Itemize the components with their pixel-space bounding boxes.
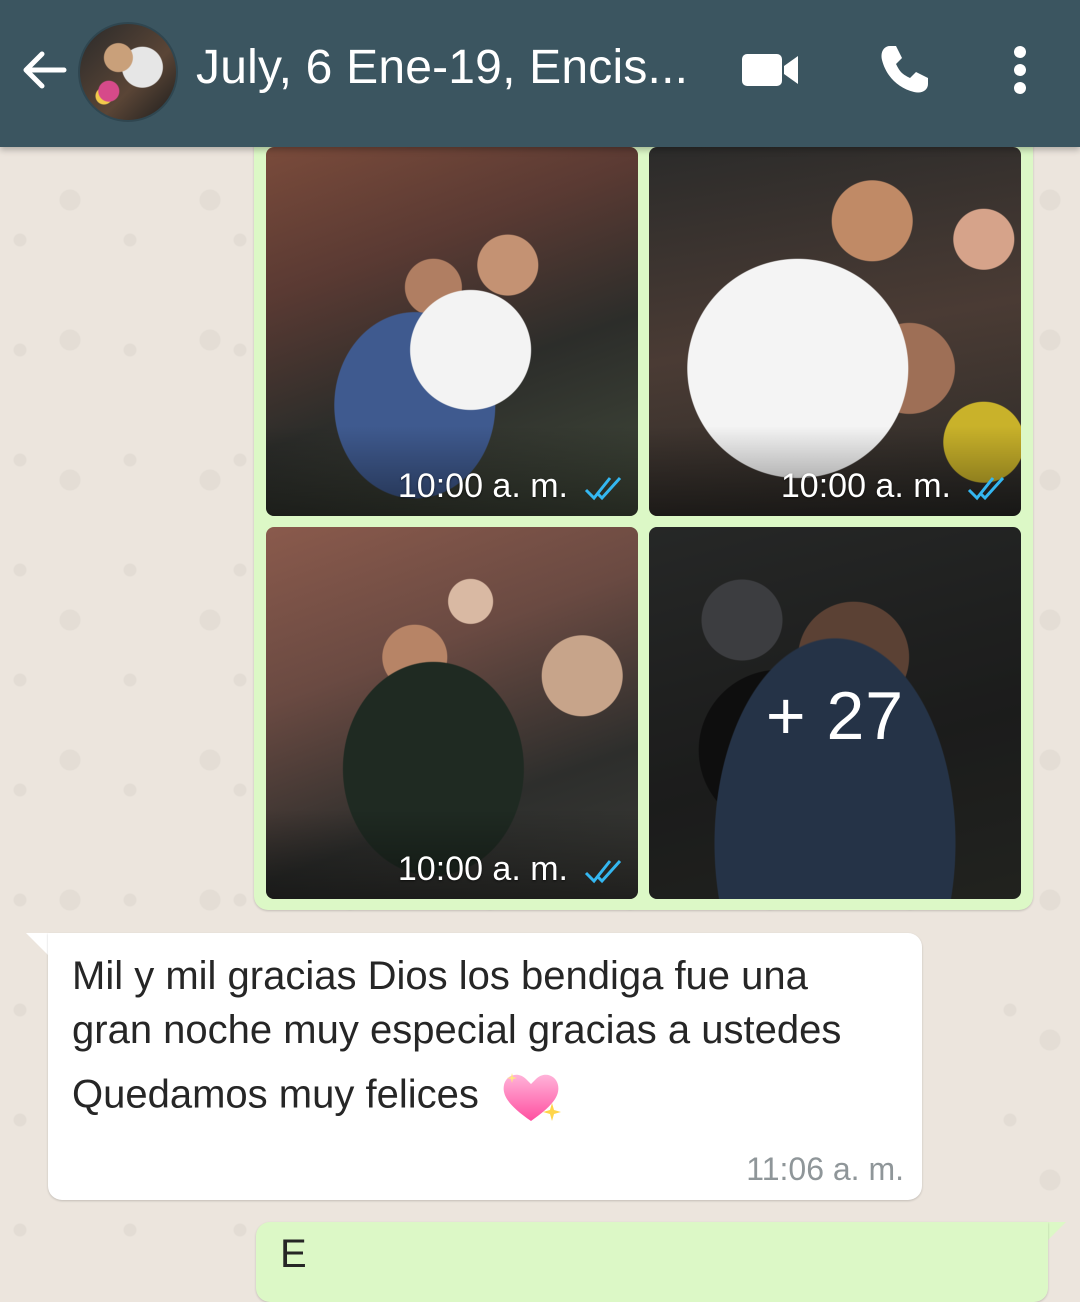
video-call-icon[interactable] [738, 38, 802, 102]
media-time-2: 10:00 a. m. [780, 467, 951, 505]
double-check-read-icon [584, 859, 622, 884]
media-time-1: 10:00 a. m. [397, 467, 568, 505]
chat-header: July, 6 Ene-19, Encis... [0, 0, 1080, 147]
media-photo-2[interactable]: 10:00 a. m. [649, 147, 1021, 516]
back-arrow-icon[interactable] [18, 44, 70, 96]
chat-title[interactable]: July, 6 Ene-19, Encis... [196, 40, 696, 95]
media-photo-3[interactable]: 10:00 a. m. [266, 527, 638, 899]
message-text-line1: Mil y mil gracias Dios los bendiga fue u… [72, 954, 842, 1052]
media-time-3: 10:00 a. m. [397, 850, 568, 888]
message-time: 11:06 a. m. [746, 1151, 904, 1187]
sparkling-heart-icon [503, 1073, 561, 1121]
outgoing-message-bubble[interactable]: E [256, 1222, 1048, 1302]
message-text: Mil y mil gracias Dios los bendiga fue u… [72, 949, 892, 1127]
contact-avatar[interactable] [78, 22, 178, 122]
media-photo-more[interactable]: + 27 [649, 527, 1021, 899]
incoming-message-bubble[interactable]: Mil y mil gracias Dios los bendiga fue u… [48, 933, 922, 1200]
outgoing-bubble-tail [1046, 1222, 1066, 1242]
more-photos-count: + 27 [765, 678, 905, 754]
incoming-bubble-tail [26, 933, 50, 957]
outgoing-message-text: E [280, 1232, 307, 1276]
message-text-line2-wrap: Quedamos muy felices [72, 1067, 892, 1127]
double-check-read-icon [584, 476, 622, 501]
media-photo-1[interactable]: 10:00 a. m. [266, 147, 638, 516]
double-check-read-icon [967, 476, 1005, 501]
message-text-line2: Quedamos muy felices [72, 1072, 479, 1117]
more-options-icon[interactable] [988, 38, 1052, 102]
voice-call-icon[interactable] [872, 38, 936, 102]
